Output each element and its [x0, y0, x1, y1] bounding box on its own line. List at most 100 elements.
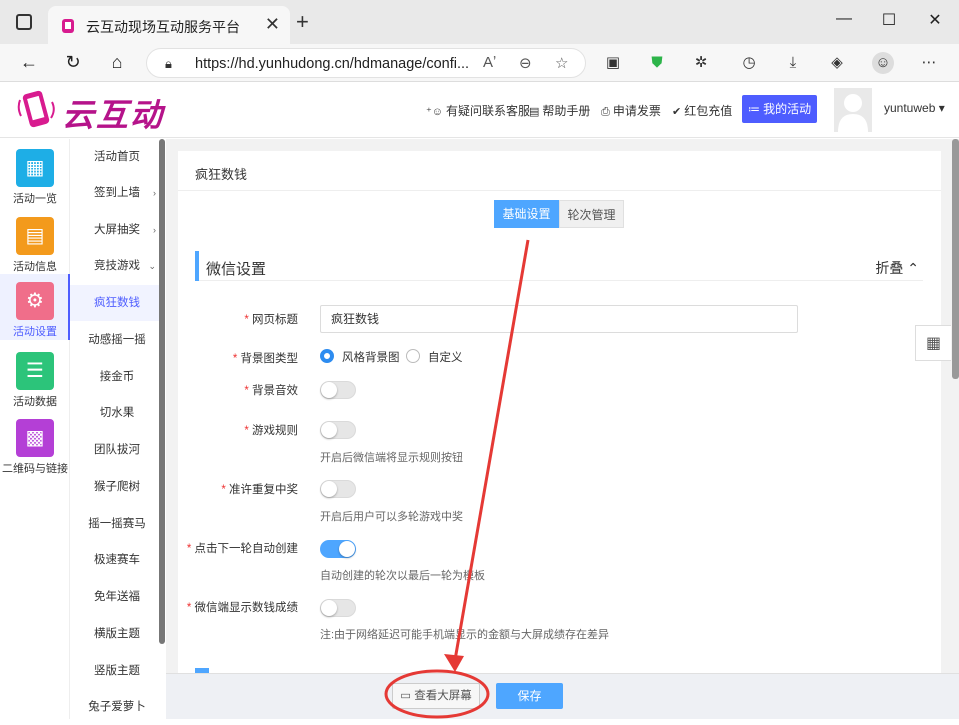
sidebar-sub-item[interactable]: 大屏抽奖 ›	[70, 212, 164, 248]
browser-tab[interactable]: 云互动现场互动服务平台 ✕	[48, 6, 290, 44]
tab-label: 基础设置	[502, 207, 551, 221]
user-add-icon: ⁺☺	[426, 106, 444, 118]
list-icon: ≔	[747, 102, 764, 116]
label-text: 游戏规则	[252, 425, 298, 437]
sidebar-sub-item[interactable]: 活动首页	[70, 139, 164, 175]
help-manual-link[interactable]: ▤ 帮助手册	[529, 102, 590, 119]
toggle-knob	[321, 600, 337, 616]
tab-label: 轮次管理	[567, 208, 616, 222]
shield-icon[interactable]: ⛊	[646, 52, 668, 74]
bg-custom-radio[interactable]	[406, 349, 420, 363]
sidebar-item-activity-data[interactable]: ☰ 活动数据	[0, 344, 70, 410]
wechat-score-toggle[interactable]	[320, 599, 356, 617]
sidebar-item-activity-info[interactable]: ▤ 活动信息	[0, 209, 70, 275]
close-window-icon[interactable]: ✕	[925, 10, 945, 30]
sidebar-item-label: 活动信息	[13, 261, 57, 273]
avatar[interactable]	[834, 88, 872, 132]
sidebar-sub-item[interactable]: 摇一摇赛马	[70, 506, 164, 542]
view-big-screen-button[interactable]: ▭ 查看大屏幕	[392, 683, 480, 709]
read-aloud-icon[interactable]: Aʼ	[483, 54, 496, 71]
new-tab-icon[interactable]: +	[296, 11, 309, 33]
qrcode-float-icon[interactable]: ▦	[915, 325, 951, 361]
home-icon[interactable]: ⌂	[105, 50, 129, 74]
page-title-input[interactable]: 疯狂数钱	[320, 305, 798, 333]
recharge-label: 红包充值	[684, 104, 733, 118]
browser-tab-bar: 云互动现场互动服务平台 ✕ + — ☐ ✕	[0, 0, 959, 44]
section-accent-bar	[195, 251, 199, 281]
auto-create-label: * 点击下一轮自动创建	[186, 543, 298, 555]
extension-icon[interactable]: ▣	[602, 52, 624, 74]
logo-phone-icon[interactable]	[16, 88, 58, 132]
sidebar-sub-item[interactable]: 兔子爱萝卜	[70, 689, 164, 725]
url-text: https://hd.yunhudong.cn/hdmanage/confi..…	[195, 56, 470, 72]
input-value: 疯狂数钱	[331, 312, 380, 326]
maximize-icon[interactable]: ☐	[879, 10, 899, 30]
toggle-knob	[321, 481, 337, 497]
sidebar-sub-item[interactable]: 横版主题	[70, 616, 164, 652]
refresh-icon[interactable]: ↻	[61, 50, 85, 74]
my-activity-button[interactable]: ≔ 我的活动	[742, 95, 817, 123]
profile-icon[interactable]: ☺	[872, 52, 894, 74]
sidebar-item-label: 活动设置	[13, 326, 57, 338]
tab-actions-icon[interactable]	[16, 14, 32, 30]
back-icon[interactable]: ←	[17, 50, 41, 74]
history-icon[interactable]: ◷	[738, 52, 760, 74]
chevron-up-icon: ⌃	[907, 260, 919, 276]
page-scrollbar[interactable]	[952, 139, 959, 379]
download-icon[interactable]: ⤓	[782, 52, 804, 74]
sidebar-sub-item[interactable]: 竖版主题	[70, 653, 164, 689]
chevron-right-icon: ›	[153, 188, 156, 198]
sidebar-item-activity-overview[interactable]: ▦ 活动一览	[0, 141, 70, 207]
database-icon: ☰	[16, 352, 54, 390]
auto-create-toggle[interactable]	[320, 540, 356, 558]
bg-style-radio-label[interactable]: 风格背景图	[342, 349, 400, 365]
more-menu-icon[interactable]: ⋯	[918, 52, 940, 74]
logo-text[interactable]: 云互动	[62, 90, 164, 136]
bg-style-radio[interactable]	[320, 349, 334, 363]
sidebar-item-activity-settings[interactable]: ⚙ 活动设置	[0, 274, 71, 340]
tab-close-icon[interactable]: ✕	[265, 14, 280, 35]
address-toolbar: ← ↻ ⌂ 🔒︎ https://hd.yunhudong.cn/hdmanag…	[0, 44, 959, 82]
wechat-score-hint: 注:由于网络延迟可能手机端显示的金额与大屏成绩存在差异	[320, 629, 610, 641]
username-label: yuntuweb	[884, 101, 936, 115]
tab-round-management[interactable]: 轮次管理	[559, 200, 624, 228]
toggle-knob	[339, 541, 355, 557]
sidebar-item-qrcode[interactable]: ▩ 二维码与链接	[0, 411, 70, 477]
view-big-screen-label: 查看大屏幕	[414, 690, 472, 702]
fold-toggle[interactable]: 折叠 ⌃	[875, 258, 919, 278]
site-header: 云互动 ⁺☺ 有疑问联系客服 ▤ 帮助手册 ⎙ 申请发票 ✔ 红包充值 ≔ 我的活动 y…	[0, 82, 959, 138]
contact-support-link[interactable]: ⁺☺ 有疑问联系客服	[426, 102, 530, 119]
bg-sound-toggle[interactable]	[320, 381, 356, 399]
game-rules-label: * 游戏规则	[244, 425, 298, 437]
sidebar-sub-label: 团队拔河	[94, 444, 140, 456]
sidebar-item-label: 活动一览	[13, 193, 57, 205]
document-icon: ▤	[16, 217, 54, 255]
bg-custom-radio-label[interactable]: 自定义	[428, 349, 463, 365]
username-dropdown[interactable]: yuntuweb ▾	[884, 101, 945, 115]
sidebar-sub-item[interactable]: 竞技游戏 ⌄	[70, 248, 164, 284]
zoom-icon[interactable]: ⊖	[519, 54, 532, 72]
game-rules-toggle[interactable]	[320, 421, 356, 439]
tab-basic-settings[interactable]: 基础设置	[494, 200, 559, 228]
save-button[interactable]: 保存	[496, 683, 563, 709]
puzzle-icon[interactable]: ✲	[690, 52, 712, 74]
sidebar-sub-item[interactable]: 签到上墙 ›	[70, 175, 164, 211]
sidebar-sub-label: 动感摇一摇	[88, 334, 146, 346]
bg-type-label: * 背景图类型	[232, 353, 298, 365]
invoice-link[interactable]: ⎙ 申请发票	[601, 102, 661, 119]
auto-create-hint: 自动创建的轮次以最后一轮为模板	[320, 570, 485, 582]
url-bar[interactable]: 🔒︎ https://hd.yunhudong.cn/hdmanage/conf…	[146, 48, 586, 78]
lock-icon[interactable]: 🔒︎	[165, 56, 172, 72]
favorite-icon[interactable]: ☆	[555, 54, 568, 72]
divider	[178, 190, 941, 191]
game-rules-hint: 开启后微信端将显示规则按钮	[320, 452, 463, 464]
label-text: 微信端显示数钱成绩	[194, 602, 299, 614]
printer-icon: ⎙	[601, 106, 610, 118]
repeat-win-toggle[interactable]	[320, 480, 356, 498]
sidebar-sub-label: 竞技游戏	[94, 260, 140, 272]
sidebar-sub-label: 活动首页	[94, 151, 140, 163]
performance-icon[interactable]: ◈	[826, 52, 848, 74]
chevron-down-icon: ⌄	[148, 261, 156, 271]
recharge-link[interactable]: ✔ 红包充值	[672, 102, 732, 119]
minimize-icon[interactable]: —	[834, 10, 854, 28]
